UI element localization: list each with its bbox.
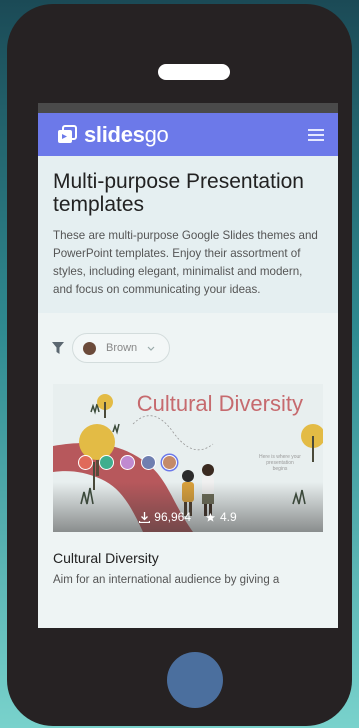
page-description: These are multi-purpose Google Slides th… (53, 229, 318, 296)
color-filter-dropdown[interactable]: Brown (72, 333, 170, 363)
phone-screen: slidesgo Multi-purpose Presentation temp… (38, 103, 338, 628)
swatch-color[interactable] (120, 455, 135, 470)
rating: 4.9 (205, 510, 237, 524)
color-filter-label: Brown (106, 342, 138, 354)
color-swatches (78, 455, 177, 470)
rating-value: 4.9 (220, 510, 237, 524)
brand-name: slidesgo (84, 121, 169, 147)
phone-speaker (158, 64, 230, 80)
chevron-down-icon (147, 346, 155, 351)
top-navbar: slidesgo (38, 113, 338, 156)
thumbnail-tagline: Here is where your presentation begins (259, 454, 301, 472)
template-title[interactable]: Cultural Diversity (53, 550, 338, 566)
funnel-icon[interactable] (52, 342, 64, 354)
download-count: 96,964 (139, 510, 191, 524)
brand-logo-link[interactable]: slidesgo (56, 121, 169, 148)
hamburger-icon[interactable] (308, 128, 324, 141)
thumbnail-overlay (53, 482, 323, 532)
swatch-color[interactable] (141, 455, 156, 470)
thumbnail-title: Cultural Diversity (136, 391, 303, 416)
download-icon (139, 511, 151, 523)
hero-section: Multi-purpose Presentation templates The… (38, 156, 338, 313)
template-description: Aim for an international audience by giv… (53, 574, 280, 586)
download-count-value: 96,964 (154, 510, 191, 524)
color-dot (83, 341, 96, 355)
star-icon (205, 512, 216, 522)
filter-bar: Brown (38, 313, 338, 363)
swatch-color-selected[interactable] (162, 455, 177, 470)
template-stats: 96,964 4.9 (53, 510, 323, 524)
swatch-color[interactable] (99, 455, 114, 470)
page-title: Multi-purpose Presentation templates (53, 170, 304, 216)
swatch-color[interactable] (78, 455, 93, 470)
slides-icon (58, 124, 77, 143)
home-button[interactable] (167, 652, 223, 708)
